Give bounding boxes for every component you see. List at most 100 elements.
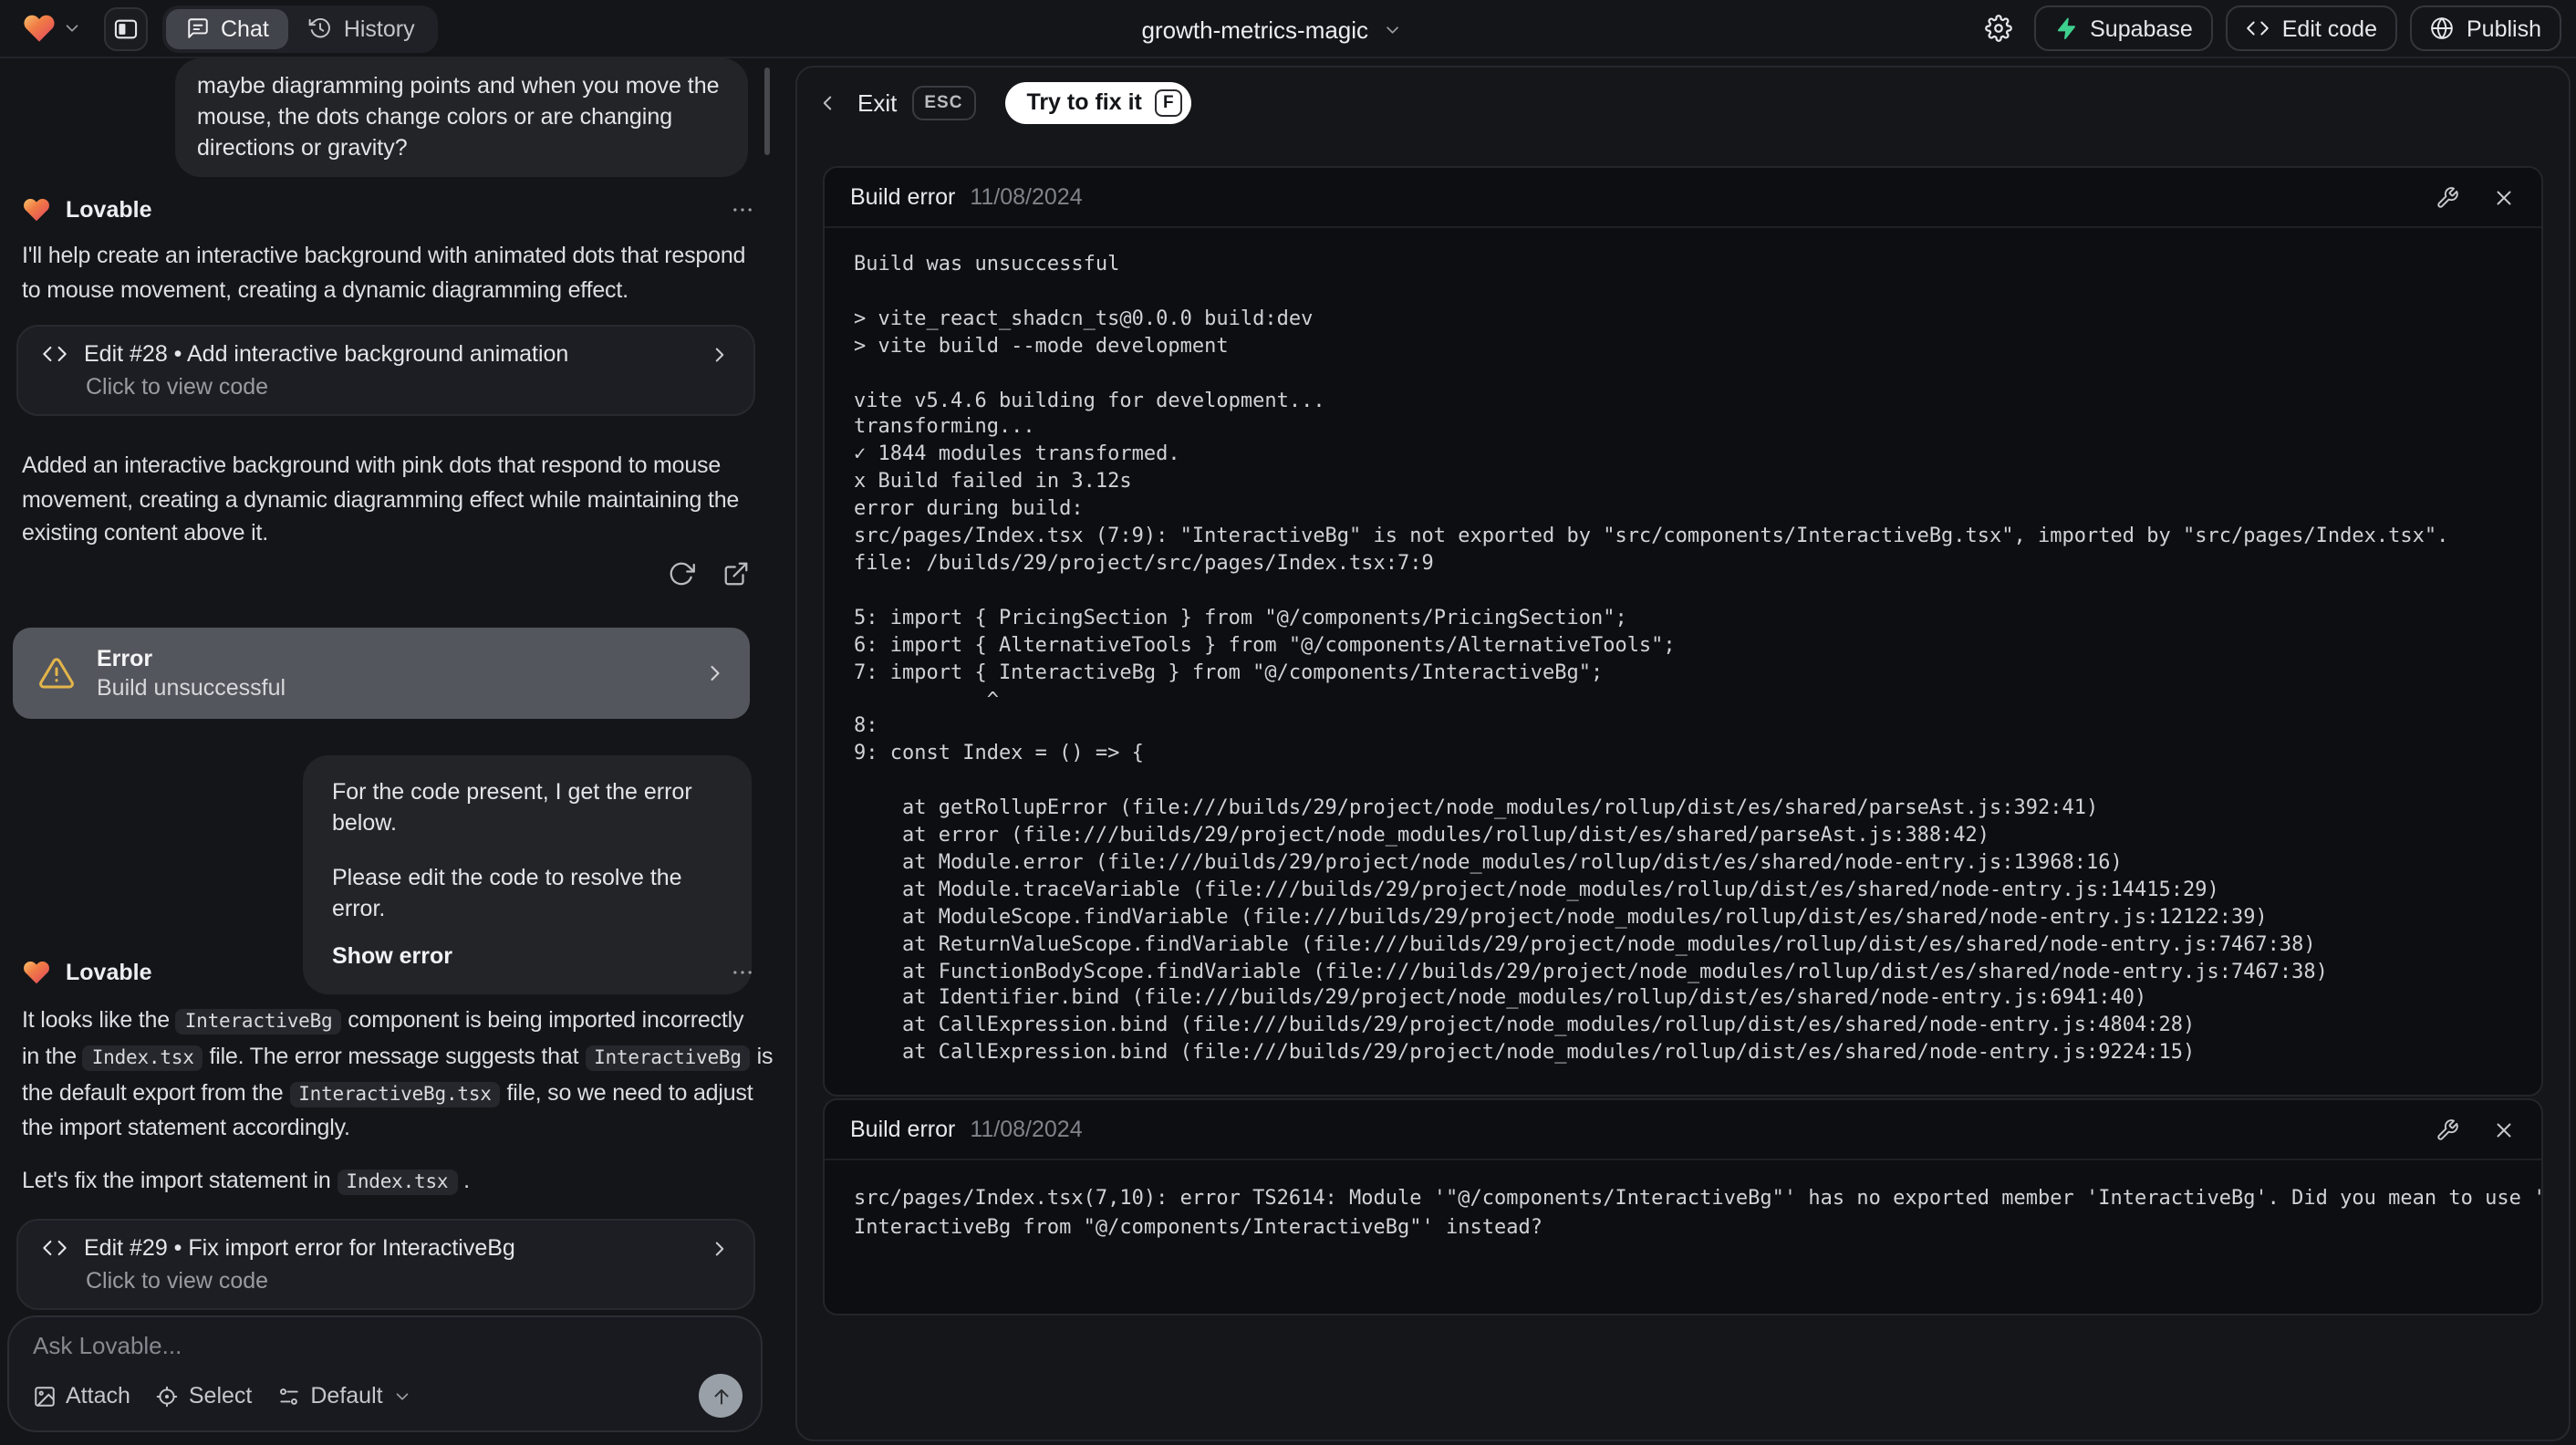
build-error-header: Build error 11/08/2024 [825, 168, 2541, 228]
project-title: growth-metrics-magic [1141, 16, 1369, 43]
select-label: Select [188, 1383, 253, 1409]
try-to-fix-button[interactable]: Try to fix it F [1004, 81, 1191, 123]
app-window: Chat History growth-metrics-magic Supaba… [0, 0, 2576, 1445]
chat-input-box: Attach Select Default [7, 1315, 763, 1432]
assistant-name: Lovable [66, 960, 152, 985]
lovable-heart-icon [22, 195, 51, 224]
tab-history[interactable]: History [289, 8, 435, 48]
build-error-title: Build error [850, 1117, 956, 1142]
restore-icon[interactable] [668, 560, 697, 589]
publish-label: Publish [2467, 16, 2541, 41]
edit-code-label: Edit code [2281, 16, 2377, 41]
chat-input[interactable] [33, 1332, 743, 1372]
project-title-menu[interactable]: growth-metrics-magic [1142, 0, 1404, 58]
try-to-fix-label: Try to fix it [1026, 89, 1142, 115]
chat-bubble-icon [186, 16, 210, 40]
message-menu-button[interactable] [730, 197, 755, 223]
sliders-icon [277, 1384, 301, 1408]
build-error-log-card: Build error 11/08/2024 Build was unsucce… [823, 166, 2543, 1097]
close-icon[interactable] [2492, 185, 2516, 209]
chevron-right-icon [702, 660, 728, 686]
attach-button[interactable]: Attach [33, 1383, 130, 1409]
lovable-logo-menu[interactable] [22, 11, 82, 46]
message-actions [668, 560, 752, 589]
chevron-left-icon [815, 90, 839, 114]
chat-scrollbar[interactable] [764, 68, 770, 155]
wrench-icon[interactable] [2436, 1118, 2459, 1141]
wrench-icon[interactable] [2436, 185, 2459, 209]
chevron-down-icon [392, 1386, 412, 1406]
assistant-message: Let's fix the import statement in Index.… [22, 1168, 470, 1195]
arrow-up-icon [709, 1384, 732, 1408]
build-error-date: 11/08/2024 [970, 184, 1083, 210]
mode-label: Default [310, 1383, 383, 1409]
message-menu-button[interactable] [730, 960, 755, 985]
build-error-card[interactable]: Error Build unsuccessful [13, 628, 750, 719]
chevron-down-icon [1383, 19, 1403, 39]
user-message-line: Please edit the code to resolve the erro… [332, 865, 682, 920]
target-icon [156, 1384, 180, 1408]
edit-card-title: Edit #28 • Add interactive background an… [84, 341, 569, 367]
edit-card-subtitle: Click to view code [86, 1268, 269, 1294]
assistant-name: Lovable [66, 197, 152, 223]
build-error-title: Build error [850, 184, 956, 210]
exit-button[interactable]: Exit [857, 88, 897, 116]
edit-code-button[interactable]: Edit code [2225, 5, 2397, 51]
settings-button[interactable] [1975, 5, 2020, 51]
select-button[interactable]: Select [156, 1383, 253, 1409]
assistant-message: Added an interactive background with pin… [22, 452, 740, 546]
topbar-actions: Supabase Edit code Publish [1975, 5, 2561, 51]
edit-28-card[interactable]: Edit #28 • Add interactive background an… [16, 325, 755, 416]
inline-code: Index.tsx [82, 1045, 203, 1071]
tab-chat-label: Chat [221, 16, 269, 41]
lovable-heart-icon [22, 958, 51, 987]
chevron-right-icon [708, 342, 732, 366]
lovable-heart-icon [22, 11, 57, 46]
error-card-subtitle: Build unsuccessful [97, 675, 286, 701]
code-icon [42, 341, 68, 367]
build-error-log: Build was unsuccessful > vite_react_shad… [854, 252, 2449, 1065]
build-error-log: src/pages/Index.tsx(7,10): error TS2614:… [854, 1186, 2541, 1238]
close-icon[interactable] [2492, 1118, 2516, 1141]
attach-label: Attach [66, 1383, 130, 1409]
assistant-header: Lovable [22, 958, 755, 987]
assistant-message: I'll help create an interactive backgrou… [22, 243, 746, 302]
build-error-log-card: Build error 11/08/2024 src/pages/Index.t… [823, 1098, 2543, 1315]
inline-code: InteractiveBg [585, 1045, 751, 1071]
warning-triangle-icon [38, 655, 75, 691]
user-message-line: For the code present, I get the error be… [332, 779, 692, 835]
edit-card-title: Edit #29 • Fix import error for Interact… [84, 1235, 515, 1261]
history-icon [309, 16, 333, 40]
chat-panel: maybe diagramming points and when you mo… [0, 58, 774, 1445]
supabase-bolt-icon [2053, 16, 2077, 40]
code-icon [2246, 16, 2270, 40]
supabase-label: Supabase [2090, 16, 2193, 41]
error-detail-panel: Exit ESC Try to fix it F Build error 11/… [795, 66, 2571, 1441]
mode-dropdown[interactable]: Default [277, 1383, 411, 1409]
gear-icon [1984, 15, 2011, 42]
tab-history-label: History [343, 16, 415, 41]
error-panel-toolbar: Exit ESC Try to fix it F [815, 78, 1191, 126]
chevron-right-icon [708, 1236, 732, 1260]
panel-left-icon [113, 16, 139, 41]
open-external-icon[interactable] [722, 560, 752, 589]
assistant-header: Lovable [22, 195, 755, 224]
send-button[interactable] [699, 1374, 743, 1418]
inline-code: Index.tsx [337, 1170, 458, 1195]
supabase-button[interactable]: Supabase [2033, 5, 2213, 51]
inline-code: InteractiveBg.tsx [289, 1081, 501, 1107]
user-message: maybe diagramming points and when you mo… [175, 58, 748, 177]
assistant-message: It looks like the InteractiveBg componen… [22, 1007, 774, 1141]
edit-card-subtitle: Click to view code [86, 374, 269, 400]
build-error-date: 11/08/2024 [970, 1117, 1083, 1142]
build-error-header: Build error 11/08/2024 [825, 1100, 2541, 1160]
chevron-down-icon [62, 18, 82, 38]
inline-code: InteractiveBg [175, 1009, 342, 1034]
publish-button[interactable]: Publish [2410, 5, 2561, 51]
tab-chat[interactable]: Chat [166, 8, 289, 48]
image-icon [33, 1384, 57, 1408]
edit-29-card[interactable]: Edit #29 • Fix import error for Interact… [16, 1219, 755, 1310]
code-icon [42, 1235, 68, 1261]
toggle-sidebar-button[interactable] [104, 6, 148, 50]
error-card-title: Error [97, 646, 153, 671]
